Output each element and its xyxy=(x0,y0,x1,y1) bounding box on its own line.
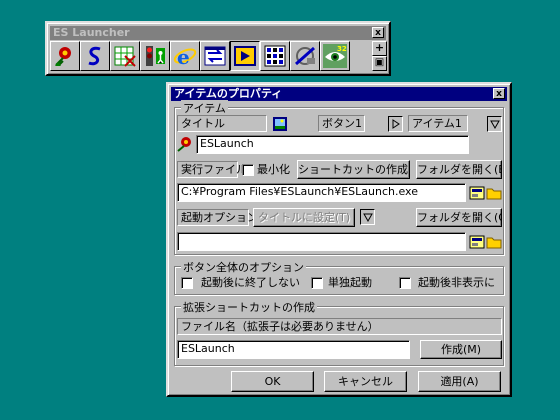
ok-button[interactable]: OK xyxy=(231,371,314,392)
cancel-button[interactable]: キャンセル xyxy=(324,371,407,392)
button-field: ボタン1 xyxy=(318,115,365,132)
item-icon xyxy=(177,136,193,152)
single-launch-checkbox[interactable] xyxy=(311,277,323,289)
launcher-button-ie[interactable]: e xyxy=(170,41,200,71)
dialog-titlebar: アイテムのプロパティ x xyxy=(171,87,507,101)
item-field: アイテム1 xyxy=(408,115,468,132)
properties-dialog: アイテムのプロパティ x アイテム タイトル ボタン1 アイテム1 ESLaun… xyxy=(166,82,512,397)
launcher-button-swap[interactable] xyxy=(200,41,230,71)
s-logo-icon xyxy=(88,46,101,66)
icon-picker-button[interactable] xyxy=(272,116,288,132)
no-exit-checkbox[interactable] xyxy=(181,277,193,289)
item-name-input[interactable]: ESLaunch xyxy=(196,135,469,154)
image-icon xyxy=(273,117,287,131)
create-button[interactable]: 作成(M) xyxy=(420,340,502,359)
filename-input[interactable]: ESLaunch xyxy=(177,340,410,359)
launcher-button-network[interactable] xyxy=(290,41,320,71)
minimize-label: 最小化 xyxy=(257,163,290,176)
open-folder-button-2[interactable]: フォルダを開く(O) xyxy=(416,208,502,227)
button-options-title: ボタン全体のオプション xyxy=(181,259,306,275)
launcher-button-signal[interactable] xyxy=(140,41,170,71)
title-field: タイトル xyxy=(177,115,267,132)
launcher-button-sheet[interactable] xyxy=(110,41,140,71)
red-flower-icon xyxy=(55,47,71,66)
dialog-close-button[interactable]: x xyxy=(493,88,505,99)
launcher-close-button[interactable]: x xyxy=(372,27,384,38)
triangle-down-icon xyxy=(490,120,500,129)
exec-file-label: 実行ファイル xyxy=(177,161,247,178)
launcher-add-button[interactable]: + xyxy=(372,41,387,56)
launcher-title: ES Launcher xyxy=(53,26,130,39)
launcher-window: ES Launcher x e 32 + ▣ xyxy=(45,21,391,76)
triangle-right-icon xyxy=(392,119,400,129)
launcher-button-player[interactable] xyxy=(230,41,260,71)
apply-button[interactable]: 適用(A) xyxy=(418,371,501,392)
hide-after-label: 起動後非表示に xyxy=(418,276,495,289)
launcher-button-eye[interactable]: 32 xyxy=(320,41,350,71)
hide-after-checkbox[interactable] xyxy=(399,277,411,289)
traffic-light-icon xyxy=(146,46,165,66)
single-launch-label: 単独起動 xyxy=(328,276,372,289)
folder-icon xyxy=(486,237,502,249)
launcher-button-grid[interactable] xyxy=(260,41,290,71)
browse-icon xyxy=(469,235,485,249)
launch-option-input[interactable] xyxy=(177,232,466,251)
red-flower-icon xyxy=(177,137,191,152)
next-button[interactable] xyxy=(388,116,403,132)
triangle-down-icon xyxy=(363,213,373,222)
item-down-button[interactable] xyxy=(487,116,502,132)
media-player-icon xyxy=(234,46,256,66)
ext-shortcut-title: 拡張ショートカットの作成 xyxy=(181,299,317,315)
launcher-titlebar: ES Launcher x xyxy=(50,26,386,40)
folder-icon xyxy=(486,188,502,200)
open-folder-button[interactable]: フォルダを開く(E) xyxy=(416,160,502,179)
launcher-button-s[interactable] xyxy=(80,41,110,71)
set-title-button[interactable]: タイトルに設定(T) xyxy=(253,208,355,227)
network-icon xyxy=(295,46,315,66)
filename-label: ファイル名（拡張子は必要ありません） xyxy=(177,318,502,335)
item-group-title: アイテム xyxy=(181,100,228,116)
no-exit-label: 起動後に終了しない xyxy=(201,276,300,289)
spreadsheet-icon xyxy=(114,46,136,67)
browse-icon xyxy=(469,186,485,200)
launcher-save-button[interactable]: ▣ xyxy=(372,56,387,71)
browse-file-button-2[interactable] xyxy=(469,234,485,250)
browse-folder-button[interactable] xyxy=(486,185,502,201)
internet-explorer-icon: e xyxy=(173,45,197,68)
eye-icon: 32 xyxy=(323,44,347,68)
dialog-title: アイテムのプロパティ xyxy=(174,87,283,100)
grid-app-icon xyxy=(264,45,286,67)
swap-arrows-icon xyxy=(204,46,226,66)
browse-file-button[interactable] xyxy=(469,185,485,201)
launcher-button-flower[interactable] xyxy=(50,41,80,71)
svg-text:32: 32 xyxy=(337,45,347,53)
create-shortcut-button[interactable]: ショートカットの作成(X) xyxy=(297,160,410,179)
browse-folder-button-2[interactable] xyxy=(486,234,502,250)
exec-path-input[interactable]: C:¥Program Files¥ESLaunch¥ESLaunch.exe xyxy=(177,183,466,202)
minimize-checkbox[interactable] xyxy=(242,164,254,176)
launch-option-label: 起動オプション xyxy=(177,209,258,226)
option-down-button[interactable] xyxy=(360,209,375,225)
svg-text:e: e xyxy=(177,45,190,68)
